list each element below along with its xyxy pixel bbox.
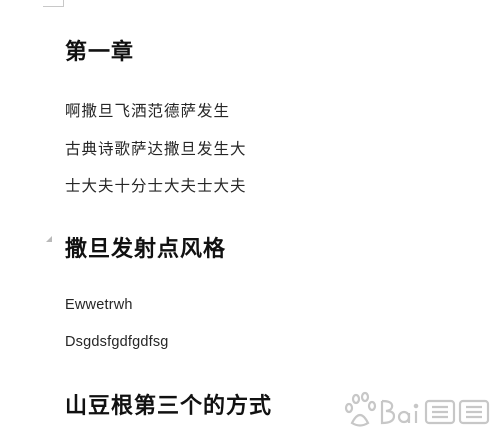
document-page: 第一章 啊撒旦飞洒范德萨发生 古典诗歌萨达撒旦发生大 士大夫十分士大夫士大夫 撒…	[0, 0, 500, 437]
paragraph-line-3[interactable]: 士大夫十分士大夫士大夫	[65, 174, 247, 196]
heading-chapter-one[interactable]: 第一章	[65, 34, 134, 66]
baidu-jingyan-watermark-icon	[344, 391, 490, 427]
paragraph-line-1[interactable]: 啊撒旦飞洒范德萨发生	[65, 99, 230, 121]
paragraph-line-5[interactable]: Dsgdsfgdfgdfsg	[65, 334, 169, 350]
heading-section-three[interactable]: 山豆根第三个的方式	[65, 388, 272, 420]
margin-corner-mark	[43, 0, 64, 7]
paragraph-line-4[interactable]: Ewwetrwh	[65, 297, 133, 313]
heading-section-two[interactable]: 撒旦发射点风格	[65, 231, 226, 263]
paragraph-line-2[interactable]: 古典诗歌萨达撒旦发生大	[65, 137, 247, 159]
collapse-heading-icon[interactable]	[46, 236, 52, 242]
